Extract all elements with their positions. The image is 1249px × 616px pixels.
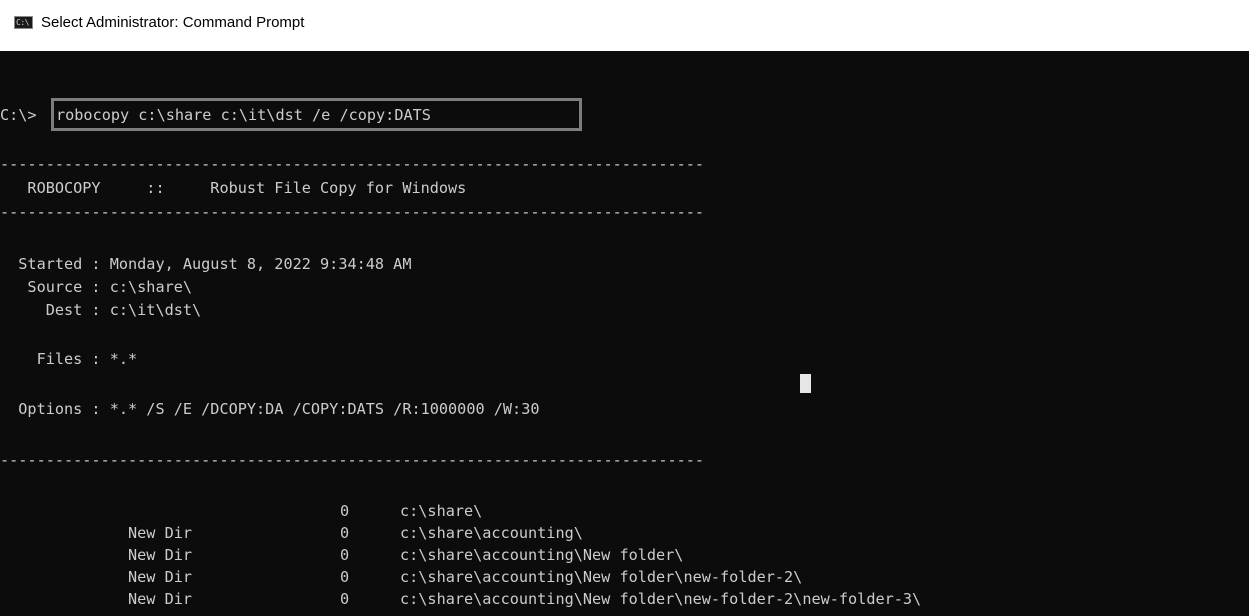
file-count: 0 bbox=[340, 568, 350, 586]
title-bar[interactable]: C:\ Select Administrator: Command Prompt bbox=[0, 0, 1249, 51]
options-line: Options : *.* /S /E /DCOPY:DA /COPY:DATS… bbox=[0, 400, 540, 418]
robocopy-header: ROBOCOPY :: Robust File Copy for Windows bbox=[0, 179, 467, 197]
command-prompt-icon: C:\ bbox=[14, 16, 33, 29]
dir-status: New Dir bbox=[128, 546, 193, 564]
dir-path: c:\share\accounting\New folder\new-folde… bbox=[400, 568, 803, 586]
dir-path: c:\share\ bbox=[400, 502, 483, 520]
list-item: 0 c:\share\ bbox=[0, 501, 1249, 521]
files-line: Files : *.* bbox=[0, 350, 138, 368]
file-count: 0 bbox=[340, 524, 350, 542]
dir-status: New Dir bbox=[128, 568, 193, 586]
file-count: 0 bbox=[340, 590, 350, 608]
list-item: New Dir 0 c:\share\accounting\New folder\ bbox=[0, 545, 1249, 565]
file-count: 0 bbox=[340, 546, 350, 564]
dir-path: c:\share\accounting\New folder\ bbox=[400, 546, 684, 564]
file-count: 0 bbox=[340, 502, 350, 520]
prompt: C:\> bbox=[0, 106, 37, 124]
separator-line: ----------------------------------------… bbox=[0, 451, 705, 469]
list-item: New Dir 0 c:\share\accounting\New folder\n… bbox=[0, 589, 1249, 609]
window-title: Select Administrator: Command Prompt bbox=[41, 14, 305, 31]
dir-status: New Dir bbox=[128, 590, 193, 608]
list-item: New Dir 0 c:\share\accounting\New folder\n… bbox=[0, 567, 1249, 587]
text-cursor bbox=[800, 374, 811, 393]
dir-path: c:\share\accounting\New folder\new-folde… bbox=[400, 590, 922, 608]
separator-line: ----------------------------------------… bbox=[0, 155, 705, 173]
started-line: Started : Monday, August 8, 2022 9:34:48… bbox=[0, 255, 412, 273]
dir-status: New Dir bbox=[128, 524, 193, 542]
command-prompt-icon-label: C:\ bbox=[16, 18, 29, 27]
command-highlight-box bbox=[51, 98, 582, 131]
command-prompt-window: C:\ Select Administrator: Command Prompt… bbox=[0, 0, 1249, 616]
source-line: Source : c:\share\ bbox=[0, 278, 193, 296]
list-item: New Dir 0 c:\share\accounting\ bbox=[0, 523, 1249, 543]
separator-line: ----------------------------------------… bbox=[0, 203, 705, 221]
dest-line: Dest : c:\it\dst\ bbox=[0, 301, 202, 319]
console-output[interactable]: C:\> robocopy c:\share c:\it\dst /e /cop… bbox=[0, 51, 1249, 616]
dir-path: c:\share\accounting\ bbox=[400, 524, 583, 542]
